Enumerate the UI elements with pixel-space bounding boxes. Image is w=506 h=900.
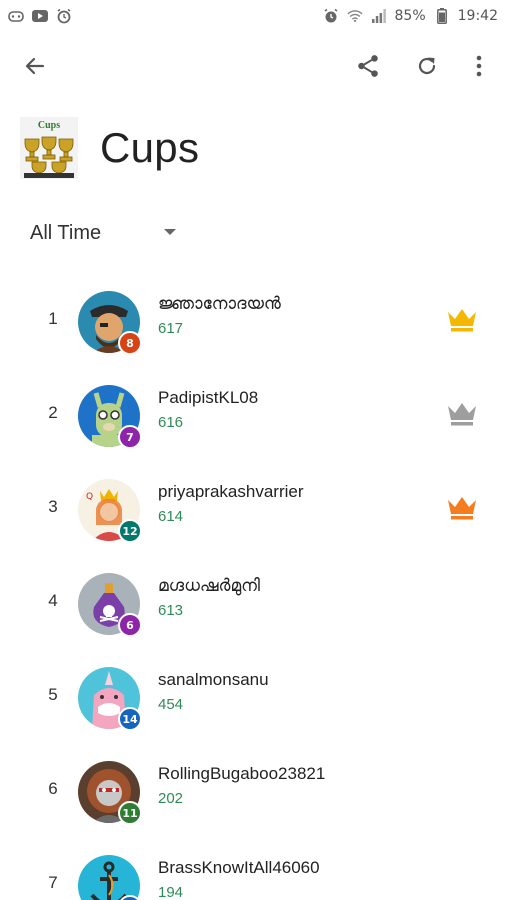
page-header: Cups Cups	[20, 116, 199, 180]
svg-text:Q: Q	[86, 492, 93, 502]
avatar: 11	[78, 761, 142, 825]
leaderboard-row[interactable]: 3 Q 12 priyaprakashvarrier 614	[0, 462, 506, 556]
leaderboard-row[interactable]: 4 6 മഗ്ദധഷർമുനി 613	[0, 556, 506, 650]
player-score: 202	[158, 790, 184, 807]
player-name: priyaprakashvarrier	[158, 482, 304, 501]
status-bar: 85% 19:42	[0, 0, 506, 32]
rank-number: 5	[48, 685, 58, 704]
toolbar	[0, 40, 506, 90]
alarm-icon	[56, 8, 72, 24]
player-score: 614	[158, 508, 184, 525]
level-badge: 14	[118, 707, 142, 731]
player-score: 194	[158, 884, 184, 900]
alarm-icon	[323, 8, 339, 24]
more-vertical-icon	[476, 55, 482, 77]
rank-number: 4	[48, 591, 58, 610]
battery-icon	[434, 8, 450, 24]
clock: 19:42	[457, 8, 498, 24]
status-right-icons: 85% 19:42	[323, 8, 498, 24]
avatar: 7	[78, 385, 142, 449]
game-controller-icon	[8, 8, 24, 24]
share-button[interactable]	[346, 44, 390, 88]
leaderboard-row[interactable]: 2 7 PadipistKL08 616	[0, 368, 506, 462]
cups-trophy-image: Cups	[20, 117, 78, 179]
page-title: Cups	[100, 124, 200, 171]
player-score: 613	[158, 602, 184, 619]
rank-number: 7	[48, 873, 58, 892]
rank-number: 1	[48, 309, 58, 328]
player-name: PadipistKL08	[158, 388, 259, 407]
youtube-icon	[32, 8, 48, 24]
player-name: BrassKnowItAll46060	[158, 858, 320, 877]
player-name: RollingBugaboo23821	[158, 764, 326, 783]
avatar	[78, 855, 142, 900]
signal-icon	[371, 8, 387, 24]
share-icon	[358, 55, 378, 77]
time-filter-dropdown[interactable]: All Time	[30, 216, 190, 250]
player-name: ജ്ഞാനോദയൻ	[158, 294, 281, 313]
player-score: 454	[158, 696, 184, 713]
level-badge: 8	[118, 331, 142, 355]
avatar: 14	[78, 667, 142, 731]
rank-number: 6	[48, 779, 58, 798]
leaderboard-row[interactable]: 5 14 sanalmonsanu 454	[0, 650, 506, 744]
leaderboard-row[interactable]: 7 BrassKnowItAll46060 194	[0, 838, 506, 900]
cups-image-caption: Cups	[37, 120, 61, 131]
player-name: മഗ്ദധഷർമുനി	[158, 576, 260, 595]
level-badge: 6	[118, 613, 142, 637]
leaderboard-row[interactable]: 1 8 ജ്ഞാനോദയൻ 617	[0, 274, 506, 368]
dropdown-arrow-icon	[164, 229, 176, 235]
back-button[interactable]	[13, 44, 57, 88]
player-score: 617	[158, 320, 184, 337]
rank-number: 3	[48, 497, 58, 516]
leaderboard-row[interactable]: 6 11 RollingBugaboo23821 202	[0, 744, 506, 838]
battery-percent: 85%	[394, 8, 426, 24]
more-options-button[interactable]	[457, 44, 501, 88]
level-badge: 12	[118, 519, 142, 543]
refresh-button[interactable]	[405, 44, 449, 88]
gold-crown-icon	[448, 309, 476, 332]
player-name: sanalmonsanu	[158, 670, 269, 689]
avatar: Q 12	[78, 479, 142, 543]
level-badge: 11	[118, 801, 142, 825]
arrow-back-icon	[25, 57, 45, 75]
level-badge: 7	[118, 425, 142, 449]
status-left-icons	[8, 8, 72, 24]
silver-crown-icon	[448, 403, 476, 426]
player-score: 616	[158, 414, 184, 431]
bronze-crown-icon	[448, 497, 476, 520]
time-filter-selected: All Time	[30, 221, 102, 244]
refresh-icon	[418, 57, 436, 75]
rank-number: 2	[48, 403, 58, 422]
avatar: 8	[78, 291, 142, 355]
wifi-icon	[346, 8, 363, 24]
anchor-avatar-icon	[78, 855, 140, 900]
avatar: 6	[78, 573, 142, 637]
